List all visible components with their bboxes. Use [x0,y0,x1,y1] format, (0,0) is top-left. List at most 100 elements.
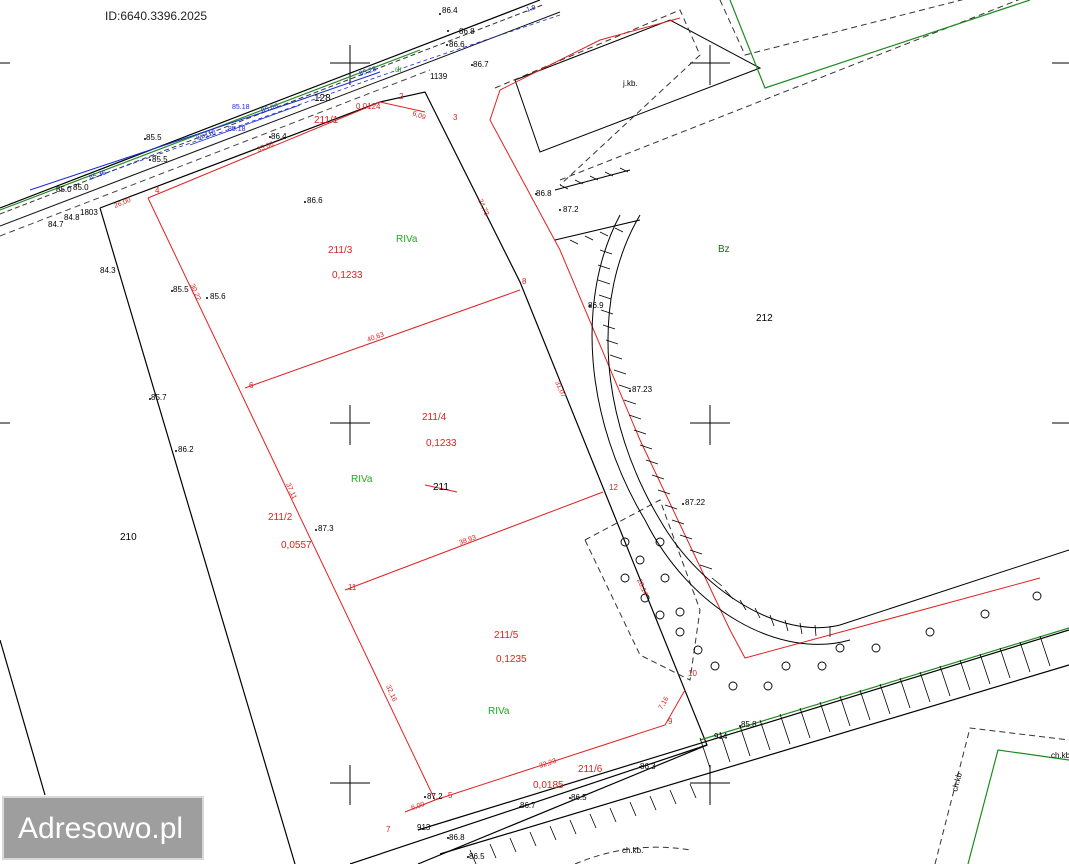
map-canvas: 211/3 0,1233 211/4 0,1233 211/5 0,1235 2… [0,0,1069,864]
label-wo110: wo110 [195,129,217,142]
parcel-211-4-number: 211/4 [422,412,447,423]
green-boundary [699,0,1069,864]
parking-arc [554,169,1069,645]
parcel-128-number: 128 [314,93,331,104]
elev-34: 85.06 [260,103,279,115]
elev-29: 86.8 [449,833,465,842]
landuse-riva-3: RIVa [488,706,510,717]
elev-36: 1.9 [525,4,537,14]
elev-17: 86.2 [178,445,194,454]
elev-21: 86.9 [588,301,604,310]
elev-5: 85.5 [146,133,162,142]
elev-12: 84.3 [100,266,116,275]
point-9: 9 [668,717,673,726]
elev-10: 84.8 [64,213,80,222]
elev-15: 85.6 [210,292,226,301]
division-lines [147,101,686,813]
elev-3: 86.6 [449,40,465,49]
label-chkb-3: ch.kb [950,771,964,792]
parcel-211-5-area: 0,1235 [496,654,527,665]
elev-28: 87.2 [427,792,443,801]
elev-16: 85.7 [151,393,167,402]
dim-9: 30,22 [188,283,202,302]
point-7: 7 [386,825,391,834]
road-lines [0,0,561,237]
dim-13: 7,16 [658,696,671,711]
point-12: 12 [609,483,618,492]
point-3: 3 [453,113,458,122]
dim-10: 32,16 [384,684,398,703]
dim-14: 28,14 [635,578,649,597]
elev-2: 86.8 [459,27,475,36]
elev-26: 86.5 [571,793,587,802]
dim-4: 24,73 [476,198,490,217]
label-chkb-1: ch.kb. [622,846,643,855]
elev-14: 85.5 [173,285,189,294]
parcel-211-number: 211 [433,482,449,493]
red-utility [489,17,1041,659]
dim-12: 6,00 [410,801,425,812]
document-id: ID:6640.3396.2025 [105,9,208,23]
elev-13: 86.6 [307,196,323,205]
parcel-211-6-area: 0,0185 [533,780,564,791]
parcel-211-2-number: 211/2 [268,512,293,523]
parcel-211-2-area: 0,0557 [281,540,312,551]
elev-23: 87.22 [685,498,706,507]
elev-4: 86.7 [473,60,489,69]
elev-7: 86.4 [271,132,287,141]
elev-32: 85.18 [228,126,246,133]
parcel-boundary [0,91,1069,864]
point-4: 4 [155,186,160,195]
parcel-1139-number: 1139 [430,72,448,81]
elev-22: 87.23 [632,385,653,394]
parcel-212-number: 212 [756,313,773,324]
dim-8: 38,93 [458,534,477,547]
elev-9: 85.0 [56,185,72,194]
elev-31: 85.18 [232,104,250,111]
parcel-211-3-number: 211/3 [328,245,353,256]
watermark-text: Adresowo.pl [18,812,184,845]
parcel-211-6-number: 211/6 [578,764,603,775]
point-5: 5 [448,791,453,800]
landuse-bz: Bz [718,244,730,255]
parcel-211-4-area: 0,1233 [426,438,457,449]
point-10: 10 [688,669,697,678]
elev-27: 86.7 [520,801,536,810]
parcel-1803-number: 1803 [80,208,98,217]
elev-1: 86.4 [442,6,458,15]
parcel-211-5-number: 211/5 [494,630,519,641]
lower-right-structures [574,727,1069,864]
parcel-913-number: 913 [417,823,431,832]
point-8: 8 [522,277,527,286]
landuse-riva-1: RIVa [396,234,418,245]
dim-2: 26,00 [113,197,132,210]
elevation-dots [144,13,741,858]
elev-25: 86.3 [640,762,656,771]
trees [620,537,1042,691]
parcel-211-1-area: 0,0124 [356,102,381,111]
watermark-logo[interactable]: Adresowo.pl [2,796,204,860]
elev-30: 86.5 [469,852,485,861]
parcel-210-number: 210 [120,532,137,543]
dim-1: 35,60 [256,141,275,154]
elev-18: 87.3 [318,524,334,533]
hatching [469,167,1051,864]
dim-7: 37,11 [284,482,297,500]
elev-19: 86.8 [536,189,552,198]
parcel-211-3-area: 0,1233 [332,270,363,281]
dim-5: 40,63 [366,331,385,344]
dim-6: 31,07 [553,380,567,399]
elev-8: 85.0 [73,183,89,192]
label-chkb-2: ch.kb. [1051,751,1069,760]
parcel-211-1-number: 211/1 [314,115,339,126]
parcel-914-number: 914 [714,732,728,741]
point-2: 2 [399,92,404,101]
point-11: 11 [348,583,357,592]
elev-35: 85.36 [88,169,107,182]
label-dr: dr [395,65,402,74]
landuse-riva-2: RIVa [351,474,373,485]
elev-20: 87.2 [563,205,579,214]
point-6: 6 [249,381,254,390]
dim-11: 32,23 [538,758,557,770]
elev-24: 85.8 [741,720,757,729]
